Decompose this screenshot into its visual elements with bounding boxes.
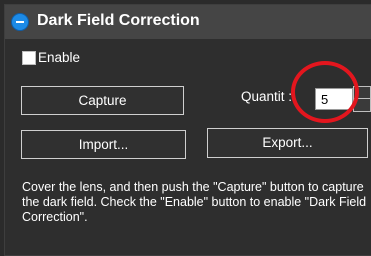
spin-down-button[interactable] [354,99,370,111]
panel-header[interactable]: Dark Field Correction [5,5,371,39]
enable-checkbox[interactable] [22,51,36,65]
spin-up-button[interactable] [354,87,370,99]
collapse-icon[interactable] [11,13,29,31]
instructions-text: Cover the lens, and then push the "Captu… [22,180,367,224]
import-button[interactable]: Import... [21,130,186,159]
enable-label[interactable]: Enable [38,50,80,65]
capture-button[interactable]: Capture [21,86,184,115]
export-button[interactable]: Export... [207,128,368,158]
quantity-spinner[interactable] [353,86,371,112]
panel-title: Dark Field Correction [37,12,200,29]
quantity-input[interactable]: 5 [315,88,353,110]
quantity-label: Quantit : [241,89,293,104]
quantity-value: 5 [321,92,329,107]
